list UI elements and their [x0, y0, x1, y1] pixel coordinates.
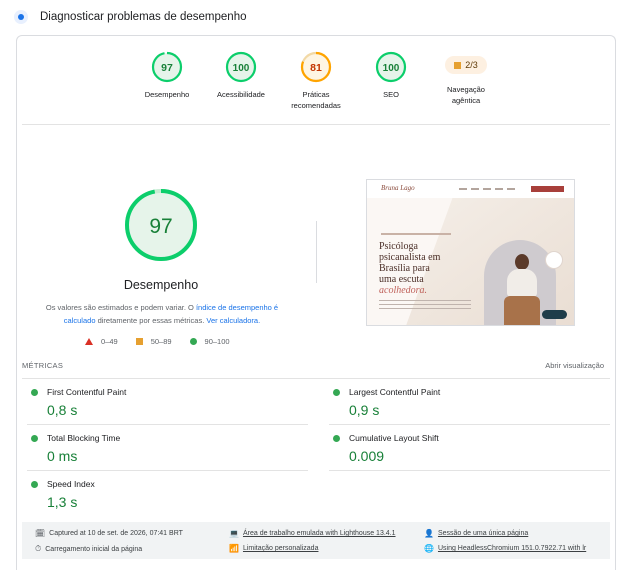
square-icon	[135, 338, 143, 345]
person-icon: 👤	[424, 529, 434, 538]
panel-header: Diagnosticar problemas de desempenho	[14, 8, 246, 26]
gauge-label: Acessibilidade	[217, 90, 265, 99]
legend-item-pass: 90–100	[189, 337, 230, 346]
gauge-praticas[interactable]: 81 Práticas recomendadas	[281, 51, 351, 111]
expand-view-toggle[interactable]: Abrir visualização	[545, 361, 604, 370]
lighthouse-icon	[14, 10, 28, 24]
metric-label: First Contentful Paint	[47, 387, 127, 397]
legend-item-fail: 0–49	[85, 337, 118, 346]
page-screenshot[interactable]: Bruna Lago Psicóloga psicanalista em Bra…	[366, 179, 575, 326]
score-ring-icon: 97	[151, 51, 183, 83]
warning-square-icon	[454, 61, 462, 69]
pass-circle-icon	[333, 389, 340, 396]
metric-value: 0,8 s	[47, 402, 78, 418]
pass-circle-icon	[31, 435, 38, 442]
score-description: Os valores são estimados e podem variar.…	[45, 303, 279, 325]
metric-label: Largest Contentful Paint	[349, 387, 441, 397]
metrics-title: MÉTRICAS	[22, 361, 64, 370]
metric-label: Total Blocking Time	[47, 433, 121, 443]
page-title: Diagnosticar problemas de desempenho	[40, 11, 247, 23]
metric-cls: Cumulative Layout Shift 0.009	[324, 425, 610, 471]
metric-si: Speed Index 1,3 s	[22, 471, 308, 517]
gauge-score: 97	[161, 62, 173, 74]
site-logo: Bruna Lago	[381, 184, 415, 192]
site-chip	[542, 310, 567, 319]
emulated-device[interactable]: 💻 Área de trabalho emulada with Lighthou…	[229, 529, 396, 538]
metric-value: 1,3 s	[47, 494, 78, 510]
score-ring-icon: 100	[375, 51, 407, 83]
metric-value: 0,9 s	[349, 402, 380, 418]
score-ring-icon: 81	[300, 51, 332, 83]
calendar-icon: 🗓	[35, 529, 46, 538]
site-hero-photo	[504, 254, 540, 325]
metric-value: 0.009	[349, 448, 385, 464]
metric-label: Cumulative Layout Shift	[349, 433, 439, 443]
gauge-label: Navegação agêntica	[447, 85, 485, 105]
main-score-gauge: 97	[123, 187, 199, 268]
pass-circle-icon	[31, 389, 38, 396]
metric-tbt: Total Blocking Time 0 ms	[22, 425, 308, 471]
runtime-settings: 🗓 Captured at 10 de set. de 2026, 07:41 …	[22, 522, 610, 559]
site-badge	[545, 251, 563, 269]
main-score-title: Desempenho	[123, 278, 199, 292]
lighthouse-report: 97 Desempenho 100 Acessibilidade 81 Prát…	[16, 35, 616, 570]
triangle-icon	[85, 338, 93, 345]
gauge-acessibilidade[interactable]: 100 Acessibilidade	[206, 51, 276, 100]
main-score-value: 97	[149, 215, 172, 238]
throttling[interactable]: 📶 Limitação personalizada	[229, 544, 318, 553]
metric-fcp: First Contentful Paint 0,8 s	[22, 379, 308, 425]
agentic-pill: 2/3	[445, 56, 487, 74]
gauge-agentica[interactable]: 2/3 Navegação agêntica	[431, 51, 501, 106]
gauge-desempenho[interactable]: 97 Desempenho	[132, 51, 202, 100]
gauge-label: Desempenho	[144, 90, 190, 99]
gauge-seo[interactable]: 100 SEO	[356, 51, 426, 100]
gauge-label: Práticas recomendadas	[291, 90, 341, 110]
score-ring-icon: 97	[125, 189, 197, 261]
globe-icon: 🌐	[424, 544, 434, 553]
legend-item-average: 50–89	[135, 337, 172, 346]
metric-label: Speed Index	[47, 479, 95, 489]
site-headline: Psicóloga psicanalista em Brasília para …	[379, 241, 441, 296]
timer-icon: ⏱	[35, 544, 42, 553]
laptop-icon: 💻	[229, 529, 239, 538]
gauge-label: SEO	[383, 90, 399, 99]
metric-value: 0 ms	[47, 448, 78, 464]
pass-circle-icon	[333, 435, 340, 442]
divider	[22, 124, 610, 125]
metric-lcp: Largest Contentful Paint 0,9 s	[324, 379, 610, 425]
gauge-score: 81	[310, 62, 322, 74]
gauge-score: 100	[383, 63, 400, 74]
pass-circle-icon	[31, 481, 38, 488]
captured-at: 🗓 Captured at 10 de set. de 2026, 07:41 …	[35, 529, 183, 538]
category-gauges: 97 Desempenho 100 Acessibilidade 81 Prát…	[17, 36, 617, 124]
screenshot-nav: Bruna Lago	[367, 180, 574, 198]
score-legend: 0–49 50–89 90–100	[85, 337, 248, 346]
site-cta-button	[531, 186, 564, 192]
score-ring-icon: 100	[225, 51, 257, 83]
gauge-score: 100	[233, 63, 250, 74]
session-type[interactable]: 👤 Sessão de uma única página	[424, 529, 528, 538]
calculator-link[interactable]: Ver calculadora.	[206, 316, 260, 325]
circle-icon	[189, 338, 197, 345]
initial-load: ⏱ Carregamento inicial da página	[35, 544, 143, 553]
wifi-icon: 📶	[229, 544, 239, 553]
browser-version[interactable]: 🌐 Using HeadlessChromium 151.0.7922.71 w…	[424, 544, 586, 553]
vertical-divider	[316, 221, 317, 283]
